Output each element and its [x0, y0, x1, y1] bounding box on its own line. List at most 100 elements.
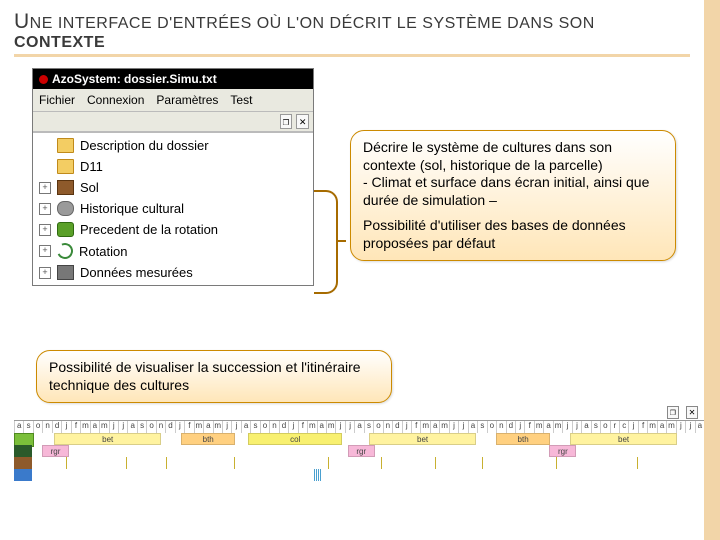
crop-band-bet[interactable]: bet: [369, 433, 476, 445]
month-cell: s: [364, 421, 373, 433]
app-icon: [39, 75, 48, 84]
month-cell: j: [562, 421, 571, 433]
tree-item-precedent[interactable]: +Precedent de la rotation: [33, 219, 313, 240]
app-menubar: Fichier Connexion Paramètres Test: [33, 89, 313, 112]
month-cell: m: [194, 421, 203, 433]
month-cell: j: [458, 421, 467, 433]
month-cell: j: [222, 421, 231, 433]
month-cell: s: [477, 421, 486, 433]
tree-item-donnees[interactable]: + Données mesurées: [33, 262, 313, 283]
op-band-rgr[interactable]: rgr: [549, 445, 576, 457]
app-titlebar[interactable]: AzoSystem: dossier.Simu.txt: [33, 69, 313, 89]
month-cell: a: [581, 421, 590, 433]
soil-tick: [381, 457, 382, 469]
timeline-window-controls: ❐ ✕: [666, 407, 698, 418]
history-icon: [57, 201, 74, 216]
month-cell: a: [127, 421, 136, 433]
timeline-restore-icon[interactable]: ❐: [667, 406, 679, 419]
timeline-panel: ❐ ✕ asondjfmamjjasondjfmamjjasondjfmamjj…: [14, 420, 704, 521]
tree-item-d11[interactable]: D11: [33, 156, 313, 177]
month-cell: a: [543, 421, 552, 433]
expand-icon[interactable]: +: [39, 182, 51, 194]
callout-text: Possibilité de visualiser la succession …: [49, 359, 379, 394]
crop-band-bet[interactable]: bet: [570, 433, 677, 445]
crop-band-bth[interactable]: bth: [496, 433, 550, 445]
month-cell: m: [307, 421, 316, 433]
soil-icon: [57, 180, 74, 195]
expand-icon[interactable]: +: [39, 224, 51, 236]
callout-visualise-succession: Possibilité de visualiser la succession …: [36, 350, 392, 403]
month-cell: a: [468, 421, 477, 433]
crop-band-col[interactable]: col: [248, 433, 342, 445]
month-cell: d: [52, 421, 61, 433]
rotation-icon: [55, 241, 76, 262]
callout-text: Décrire le système de cultures dans son …: [363, 139, 663, 174]
bracket-connector: [314, 190, 338, 294]
month-cell: d: [279, 421, 288, 433]
month-cell: a: [90, 421, 99, 433]
expand-icon[interactable]: +: [39, 267, 51, 279]
tree-item-sol[interactable]: + Sol: [33, 177, 313, 198]
month-cell: s: [591, 421, 600, 433]
month-cell: j: [109, 421, 118, 433]
month-cell: f: [298, 421, 307, 433]
month-cell: j: [628, 421, 637, 433]
soil-tick: [166, 457, 167, 469]
title-line1: NE INTERFACE D'ENTRÉES OÙ L'ON DÉCRIT LE…: [30, 15, 595, 32]
month-cell: m: [420, 421, 429, 433]
menu-test[interactable]: Test: [230, 93, 252, 107]
month-cell: s: [137, 421, 146, 433]
app-window: AzoSystem: dossier.Simu.txt Fichier Conn…: [32, 68, 314, 286]
crop-band-bth[interactable]: bth: [181, 433, 235, 445]
expand-icon[interactable]: +: [39, 245, 51, 257]
folder-icon: [57, 159, 74, 174]
soil-tick: [556, 457, 557, 469]
month-cell: c: [619, 421, 628, 433]
month-cell: f: [184, 421, 193, 433]
tree-item-rotation[interactable]: +Rotation: [33, 240, 313, 262]
tree-item-historique[interactable]: +Historique cultural: [33, 198, 313, 219]
slide-title: UNE INTERFACE D'ENTRÉES OÙ L'ON DÉCRIT L…: [0, 0, 704, 59]
crop-band-bet[interactable]: bet: [54, 433, 161, 445]
menu-connexion[interactable]: Connexion: [87, 93, 144, 107]
soil-row-icon: [14, 457, 32, 469]
month-cell: m: [80, 421, 89, 433]
month-cell: f: [411, 421, 420, 433]
month-cell: s: [250, 421, 259, 433]
month-cell: n: [496, 421, 505, 433]
soil-tick: [66, 457, 67, 469]
month-cell: j: [402, 421, 411, 433]
tree-item-description[interactable]: Description du dossier: [33, 135, 313, 156]
month-cell: m: [647, 421, 656, 433]
op-band-rgr[interactable]: rgr: [42, 445, 69, 457]
month-cell: r: [610, 421, 619, 433]
window-close-icon[interactable]: ✕: [296, 114, 309, 129]
soil-tick: [482, 457, 483, 469]
month-cell: n: [269, 421, 278, 433]
menu-parametres[interactable]: Paramètres: [156, 93, 218, 107]
menu-fichier[interactable]: Fichier: [39, 93, 75, 107]
soil-tick: [637, 457, 638, 469]
tree-label: Sol: [80, 180, 99, 195]
tractor-row-icon: [14, 445, 32, 457]
month-cell: f: [638, 421, 647, 433]
expand-icon[interactable]: +: [39, 203, 51, 215]
window-restore-icon[interactable]: ❐: [280, 114, 293, 129]
month-cell: m: [666, 421, 675, 433]
folder-icon: [57, 138, 74, 153]
timeline-row-ops: rgr rgr rgr: [14, 445, 704, 457]
month-cell: d: [506, 421, 515, 433]
tree-label: Données mesurées: [80, 265, 193, 280]
month-cell: m: [99, 421, 108, 433]
title-dropcap: U: [14, 10, 30, 33]
month-cell: d: [392, 421, 401, 433]
month-cell: a: [657, 421, 666, 433]
month-cell: m: [439, 421, 448, 433]
month-cell: n: [383, 421, 392, 433]
op-band-rgr[interactable]: rgr: [348, 445, 375, 457]
month-cell: j: [572, 421, 581, 433]
month-cell: a: [317, 421, 326, 433]
water-row-icon: [14, 469, 32, 481]
soil-tick: [435, 457, 436, 469]
timeline-close-icon[interactable]: ✕: [686, 406, 698, 419]
